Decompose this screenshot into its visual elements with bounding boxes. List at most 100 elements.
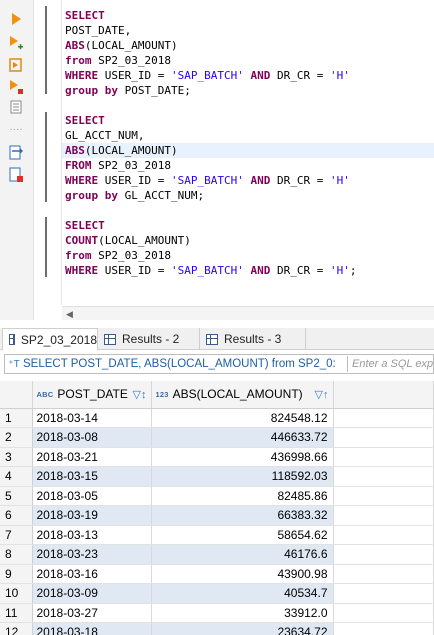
code-line[interactable]: WHERE USER_ID = 'SAP_BATCH' AND DR_CR = … — [62, 173, 434, 188]
post-date-cell[interactable]: 2018-03-09 — [32, 583, 152, 604]
sql-editor[interactable]: ···· SELECT POST_DATE, ABS(LOCAL_AMOUNT) fr… — [0, 0, 434, 320]
load-execution-plan-icon[interactable] — [7, 78, 25, 96]
tab-results-2[interactable]: Results - 2 — [98, 328, 200, 350]
tab-results-3[interactable]: Results - 3 — [200, 328, 306, 350]
abs-local-amount-cell[interactable]: 118592.03 — [151, 466, 334, 487]
sort-filter-icon[interactable]: ▽↕ — [133, 388, 147, 401]
execute-statement-icon[interactable] — [7, 10, 25, 28]
abs-local-amount-cell[interactable]: 40534.7 — [151, 583, 334, 604]
empty-cell — [333, 603, 434, 623]
code-line-blank[interactable] — [62, 98, 434, 113]
sql-keyword: SELECT — [65, 219, 105, 232]
table-row[interactable]: 9 2018-03-16 43900.98 — [0, 564, 434, 584]
code-line[interactable]: from SP2_03_2018 — [62, 53, 434, 68]
code-line[interactable]: group by POST_DATE; — [62, 83, 434, 98]
code-line[interactable]: COUNT(LOCAL_AMOUNT) — [62, 233, 434, 248]
code-line[interactable]: GL_ACCT_NUM, — [62, 128, 434, 143]
sql-keyword: AND — [250, 69, 271, 82]
post-date-cell[interactable]: 2018-03-15 — [32, 466, 152, 487]
results-tab-bar: SP2_03_2018 Results - 2 Results - 3 — [0, 328, 434, 351]
table-row[interactable]: 3 2018-03-21 436998.66 — [0, 447, 434, 467]
abs-local-amount-cell[interactable]: 43900.98 — [151, 564, 334, 584]
code-line[interactable]: WHERE USER_ID = 'SAP_BATCH' AND DR_CR = … — [62, 263, 434, 278]
table-row[interactable]: 11 2018-03-27 33912.0 — [0, 603, 434, 623]
history-icon[interactable] — [7, 98, 25, 116]
abs-local-amount-cell[interactable]: 82485.86 — [151, 486, 334, 506]
empty-cell — [333, 525, 434, 545]
filter-sql-icon[interactable]: ⁺T — [5, 359, 23, 370]
sql-text: USER_ID = — [98, 264, 171, 277]
code-line[interactable]: SELECT — [62, 113, 434, 128]
code-line[interactable]: WHERE USER_ID = 'SAP_BATCH' AND DR_CR = … — [62, 68, 434, 83]
sql-string: 'H' — [329, 264, 350, 277]
sql-keyword: ABS — [65, 144, 85, 157]
abs-local-amount-cell[interactable]: 58654.62 — [151, 525, 334, 545]
post-date-cell[interactable]: 2018-03-21 — [32, 447, 152, 467]
code-line[interactable]: POST_DATE, — [62, 23, 434, 38]
sql-text: (LOCAL_AMOUNT) — [84, 144, 178, 157]
code-line-blank[interactable] — [62, 203, 434, 218]
row-number: 1 — [0, 408, 33, 428]
sql-keyword: from — [65, 54, 92, 67]
table-row[interactable]: 10 2018-03-09 40534.7 — [0, 583, 434, 604]
scroll-left-icon[interactable]: ◀ — [66, 309, 73, 320]
abs-local-amount-cell[interactable]: 33912.0 — [151, 603, 334, 623]
column-header-abs-local-amount[interactable]: 123 ABS(LOCAL_AMOUNT) ▽↑ — [151, 381, 334, 409]
abs-local-amount-cell[interactable]: 446633.72 — [151, 427, 334, 448]
table-row[interactable]: 2 2018-03-08 446633.72 — [0, 427, 434, 448]
sql-string: 'H' — [329, 69, 350, 82]
post-date-cell[interactable]: 2018-03-05 — [32, 486, 152, 506]
abs-local-amount-cell[interactable]: 436998.66 — [151, 447, 334, 467]
tab-sp2-03-2018[interactable]: SP2_03_2018 — [2, 328, 98, 351]
abs-local-amount-cell[interactable]: 46176.6 — [151, 544, 334, 565]
more-icon[interactable]: ···· — [7, 120, 25, 138]
export-icon[interactable] — [7, 144, 25, 162]
code-line[interactable]: FROM SP2_03_2018 — [62, 158, 434, 173]
code-line[interactable]: from SP2_03_2018 — [62, 248, 434, 263]
code-line[interactable]: SELECT — [62, 8, 434, 23]
sql-keyword: group by — [65, 189, 118, 202]
empty-cell — [333, 544, 434, 565]
string-type-icon: ABC — [36, 389, 54, 399]
post-date-cell[interactable]: 2018-03-08 — [32, 427, 152, 448]
sql-text: (LOCAL_AMOUNT) — [84, 39, 178, 52]
code-line[interactable]: group by GL_ACCT_NUM; — [62, 188, 434, 203]
filter-input[interactable]: Enter a SQL expres — [352, 358, 433, 370]
format-icon[interactable] — [7, 166, 25, 184]
code-line[interactable]: ABS(LOCAL_AMOUNT) — [62, 38, 434, 53]
post-date-cell[interactable]: 2018-03-16 — [32, 564, 152, 584]
post-date-cell[interactable]: 2018-03-19 — [32, 505, 152, 526]
results-grid[interactable]: ABC POST_DATE ▽↕ 123 ABS(LOCAL_AMOUNT) ▽… — [0, 381, 434, 635]
post-date-cell[interactable]: 2018-03-13 — [32, 525, 152, 545]
explain-plan-icon[interactable] — [7, 56, 25, 74]
row-number: 4 — [0, 466, 33, 487]
table-row[interactable]: 4 2018-03-15 118592.03 — [0, 466, 434, 487]
sql-text: DR_CR = — [270, 174, 330, 187]
column-header-post-date[interactable]: ABC POST_DATE ▽↕ — [32, 381, 152, 409]
post-date-cell[interactable]: 2018-03-23 — [32, 544, 152, 565]
execute-script-icon[interactable] — [7, 34, 25, 52]
abs-local-amount-cell[interactable]: 23634.72 — [151, 622, 334, 635]
horizontal-scrollbar[interactable]: ◀ — [62, 306, 434, 320]
current-query-text[interactable]: SELECT POST_DATE, ABS(LOCAL_AMOUNT) from… — [23, 358, 343, 370]
column-header-label: ABS(LOCAL_AMOUNT) — [172, 387, 303, 402]
code-area[interactable]: SELECT POST_DATE, ABS(LOCAL_AMOUNT) from SP… — [62, 8, 434, 278]
table-row[interactable]: 1 2018-03-14 824548.12 — [0, 408, 434, 428]
sql-text: POST_DATE, — [65, 24, 132, 37]
post-date-cell[interactable]: 2018-03-14 — [32, 408, 152, 428]
code-line[interactable]: ABS(LOCAL_AMOUNT) — [62, 143, 434, 158]
abs-local-amount-cell[interactable]: 66383.32 — [151, 505, 334, 526]
sql-text: USER_ID = — [98, 174, 171, 187]
table-row[interactable]: 6 2018-03-19 66383.32 — [0, 505, 434, 526]
table-row[interactable]: 8 2018-03-23 46176.6 — [0, 544, 434, 565]
table-row[interactable]: 5 2018-03-05 82485.86 — [0, 486, 434, 506]
code-line[interactable]: SELECT — [62, 218, 434, 233]
table-row[interactable]: 12 2018-03-18 23634.72 — [0, 622, 434, 635]
post-date-cell[interactable]: 2018-03-18 — [32, 622, 152, 635]
empty-cell — [333, 427, 434, 448]
sql-text: (LOCAL_AMOUNT) — [98, 234, 191, 247]
post-date-cell[interactable]: 2018-03-27 — [32, 603, 152, 623]
sort-filter-icon[interactable]: ▽↑ — [315, 388, 329, 401]
abs-local-amount-cell[interactable]: 824548.12 — [151, 408, 334, 428]
table-row[interactable]: 7 2018-03-13 58654.62 — [0, 525, 434, 545]
